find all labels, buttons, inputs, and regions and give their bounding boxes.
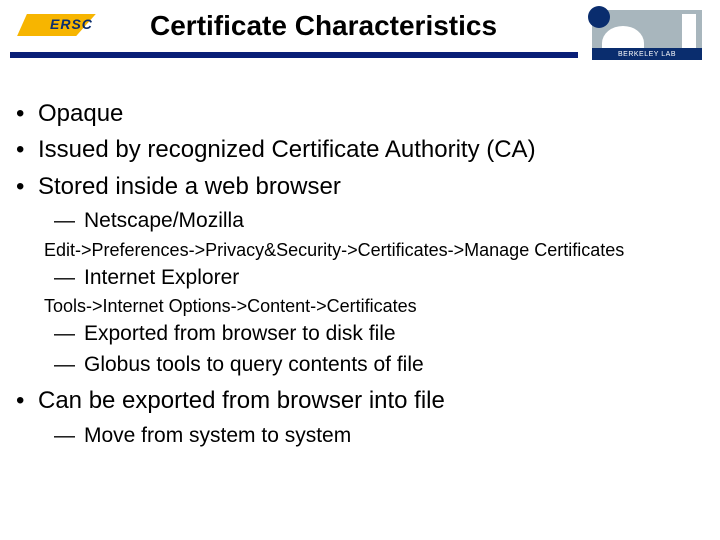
slide: ERSC Certificate Characteristics BERKELE…: [0, 0, 720, 540]
path-internet-explorer: Tools->Internet Options->Content->Certif…: [44, 294, 698, 318]
subbullet-move-system-to-system: Move from system to system: [84, 422, 698, 450]
bullet-issued-by-ca: Issued by recognized Certificate Authori…: [38, 134, 698, 166]
bullet-stored-in-browser: Stored inside a web browser: [38, 171, 698, 203]
subbullet-exported-to-disk: Exported from browser to disk file: [84, 320, 698, 348]
subbullet-globus-tools: Globus tools to query contents of file: [84, 351, 698, 379]
nersc-logo: ERSC: [22, 12, 120, 40]
slide-header: ERSC Certificate Characteristics BERKELE…: [0, 0, 720, 70]
seal-icon: [588, 6, 610, 28]
subbullet-internet-explorer: Internet Explorer: [84, 264, 698, 292]
slide-body: Opaque Issued by recognized Certificate …: [0, 70, 720, 450]
nersc-logo-text: ERSC: [50, 16, 93, 32]
slide-title: Certificate Characteristics: [150, 10, 497, 42]
bullet-opaque: Opaque: [38, 98, 698, 130]
path-netscape-mozilla: Edit->Preferences->Privacy&Security->Cer…: [44, 238, 698, 262]
bullet-can-be-exported: Can be exported from browser into file: [38, 385, 698, 417]
berkeley-lab-caption: BERKELEY LAB: [592, 48, 702, 60]
subbullet-netscape-mozilla: Netscape/Mozilla: [84, 207, 698, 235]
berkeley-lab-logo: BERKELEY LAB: [592, 10, 702, 60]
title-underline: [10, 52, 578, 58]
